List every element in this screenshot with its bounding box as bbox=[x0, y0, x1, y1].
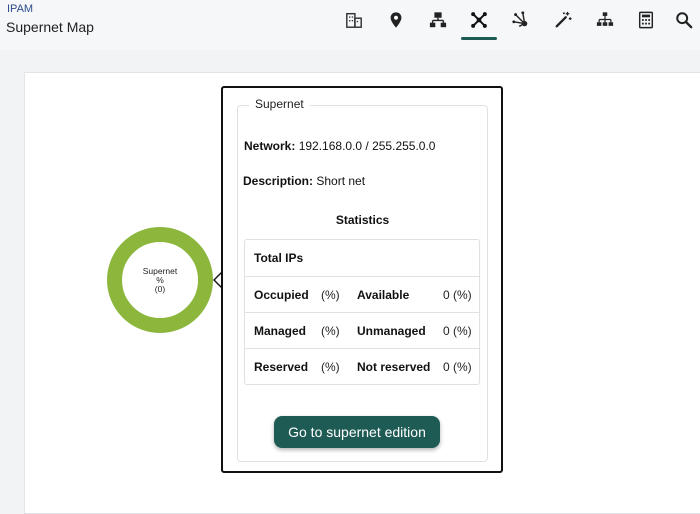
network-value: 192.168.0.0 / 255.255.0.0 bbox=[298, 139, 436, 153]
active-tab-indicator bbox=[461, 37, 497, 40]
managed-value: (%) bbox=[321, 324, 340, 338]
location-pin-icon[interactable] bbox=[382, 6, 410, 34]
statistics-table: Total IPs Occupied (%) Available 0 (%) M… bbox=[244, 239, 480, 385]
stats-row: Reserved (%) Not reserved 0 (%) bbox=[245, 348, 479, 385]
description-value: Short net bbox=[316, 174, 366, 188]
available-label: Available bbox=[357, 288, 410, 302]
building-icon[interactable] bbox=[340, 6, 368, 34]
not-reserved-label: Not reserved bbox=[357, 360, 431, 374]
fieldset-legend: Supernet bbox=[249, 97, 310, 111]
description-label: Description: bbox=[243, 174, 314, 188]
go-to-supernet-edition-button[interactable]: Go to supernet edition bbox=[274, 416, 440, 448]
stats-row-total: Total IPs bbox=[245, 240, 479, 276]
header: IPAM Supernet Map bbox=[0, 0, 700, 50]
breadcrumb[interactable]: IPAM bbox=[7, 3, 33, 15]
occupied-value: (%) bbox=[321, 288, 340, 302]
stats-row: Managed (%) Unmanaged 0 (%) bbox=[245, 312, 479, 349]
unmanaged-value: 0 (%) bbox=[443, 324, 472, 338]
managed-label: Managed bbox=[254, 324, 307, 338]
not-reserved-value: 0 (%) bbox=[443, 360, 472, 374]
reserved-value: (%) bbox=[321, 360, 340, 374]
description-line: Description: Short net bbox=[243, 174, 365, 188]
supernet-node-label: Supernet % (0) bbox=[122, 242, 198, 318]
reserved-label: Reserved bbox=[254, 360, 309, 374]
page-title: Supernet Map bbox=[6, 19, 94, 35]
statistics-title: Statistics bbox=[335, 213, 390, 227]
network-nodes-icon[interactable] bbox=[507, 6, 535, 34]
supernet-popup: Supernet Network: 192.168.0.0 / 255.255.… bbox=[221, 86, 503, 473]
hierarchy-icon[interactable] bbox=[591, 6, 619, 34]
unmanaged-label: Unmanaged bbox=[357, 324, 426, 338]
available-value: 0 (%) bbox=[443, 288, 472, 302]
supernet-node[interactable]: Supernet % (0) bbox=[107, 227, 213, 333]
occupied-label: Occupied bbox=[254, 288, 309, 302]
toolbar bbox=[340, 6, 700, 40]
supernet-map-icon[interactable] bbox=[465, 6, 493, 34]
network-label: Network: bbox=[244, 139, 296, 153]
supernet-fieldset: Supernet Network: 192.168.0.0 / 255.255.… bbox=[237, 97, 488, 462]
total-ips-label: Total IPs bbox=[254, 251, 304, 265]
search-icon[interactable] bbox=[670, 6, 698, 34]
stats-row: Occupied (%) Available 0 (%) bbox=[245, 276, 479, 313]
network-tree-icon[interactable] bbox=[424, 6, 452, 34]
network-line: Network: 192.168.0.0 / 255.255.0.0 bbox=[244, 139, 435, 153]
calculator-icon[interactable] bbox=[632, 6, 660, 34]
magic-wand-icon[interactable] bbox=[549, 6, 577, 34]
node-count: (0) bbox=[154, 283, 166, 294]
